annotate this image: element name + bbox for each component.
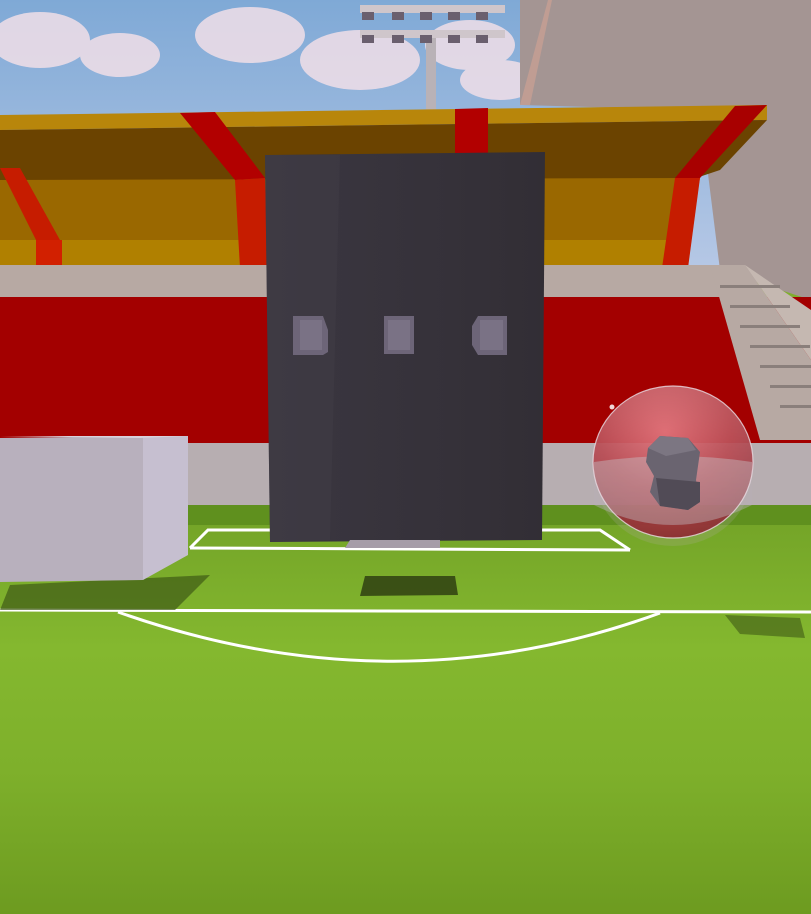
stadium-scene bbox=[0, 0, 811, 914]
wall-button-right[interactable] bbox=[472, 316, 507, 355]
dark-wall-panel[interactable] bbox=[265, 152, 545, 548]
wall-shadow bbox=[360, 576, 458, 596]
red-bubble-sphere[interactable] bbox=[592, 385, 754, 546]
game-viewport[interactable] bbox=[0, 0, 811, 914]
wall-button-middle[interactable] bbox=[384, 316, 414, 354]
white-crate[interactable] bbox=[0, 436, 188, 582]
wall-button-left[interactable] bbox=[293, 316, 328, 355]
